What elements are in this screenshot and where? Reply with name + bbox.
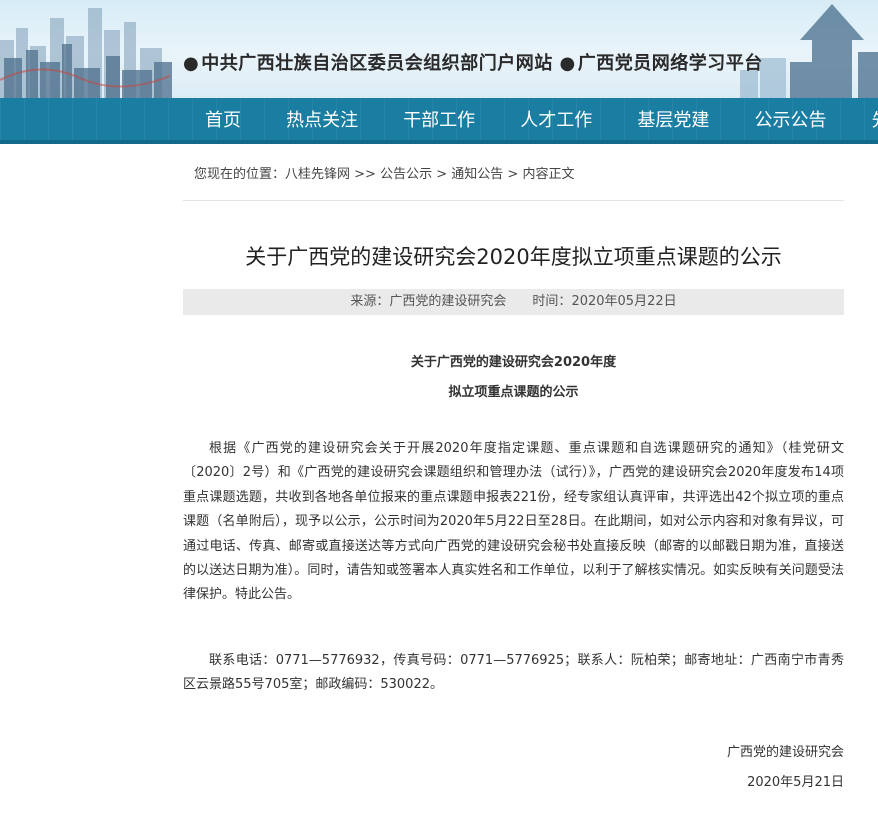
breadcrumb: 您现在的位置：八桂先锋网 >> 公告公示 > 通知公告 > 内容正文 [194, 163, 574, 182]
article-subtitle-line1: 关于广西党的建设研究会2020年度 [410, 355, 617, 370]
signature-organization: 广西党的建设研究会 [726, 745, 844, 760]
bullet-icon: ● [559, 53, 576, 74]
banner-title-part1[interactable]: 中共广西壮族自治区委员会组织部门户网站 [201, 53, 553, 74]
nav-item-announcements[interactable]: 公示公告 [754, 98, 826, 144]
breadcrumb-home-link[interactable]: 八桂先锋网 [285, 163, 350, 182]
breadcrumb-level1-link[interactable]: 公告公示 [380, 163, 432, 182]
breadcrumb-level2-link[interactable]: 通知公告 [451, 163, 503, 182]
nav-item-home[interactable]: 首页 [205, 98, 241, 144]
banner-title-part2[interactable]: 广西党员网络学习平台 [578, 53, 763, 74]
article-date: 2020年05月22日 [571, 294, 677, 309]
nav-item-hot-topics[interactable]: 热点关注 [286, 98, 358, 144]
article-meta-bar: 来源：广西党的建设研究会 时间：2020年05月22日 [183, 289, 844, 315]
main-nav: 首页 热点关注 干部工作 人才工作 基层党建 公示公告 先锋 [0, 98, 878, 144]
breadcrumb-separator: > [503, 167, 523, 182]
article-source: 广西党的建设研究会 [389, 294, 507, 309]
nav-list: 首页 热点关注 干部工作 人才工作 基层党建 公示公告 先锋 [205, 98, 878, 144]
breadcrumb-current: 内容正文 [522, 167, 575, 182]
time-label: 时间： [532, 294, 572, 309]
nav-item-grassroots[interactable]: 基层党建 [637, 98, 709, 144]
source-label: 来源： [350, 294, 390, 309]
site-banner: ● 中共广西壮族自治区委员会组织部门户网站 ● 广西党员网络学习平台 [0, 0, 878, 98]
article-paragraph-2: 联系电话：0771—5776932，传真号码：0771—5776925；联系人：… [183, 653, 844, 693]
article-paragraph-1: 根据《广西党的建设研究会关于开展2020年度指定课题、重点课题和自选课题研究的通… [183, 441, 844, 603]
breadcrumb-separator: > [432, 167, 452, 182]
article-title: 关于广西党的建设研究会2020年度拟立项重点课题的公示 [245, 245, 782, 269]
article-subtitle-line2: 拟立项重点课题的公示 [448, 385, 579, 400]
banner-site-title: ● 中共广西壮族自治区委员会组织部门户网站 ● 广西党员网络学习平台 [183, 49, 763, 75]
nav-item-pioneer[interactable]: 先锋 [872, 98, 878, 144]
nav-item-cadre-work[interactable]: 干部工作 [403, 98, 475, 144]
nav-bottom-border [0, 140, 878, 144]
breadcrumb-prefix: 您现在的位置： [194, 167, 286, 182]
bullet-icon: ● [183, 53, 200, 74]
nav-item-talent-work[interactable]: 人才工作 [520, 98, 592, 144]
breadcrumb-separator: >> [350, 167, 381, 182]
breadcrumb-divider [183, 200, 844, 201]
signature-date: 2020年5月21日 [747, 775, 844, 790]
